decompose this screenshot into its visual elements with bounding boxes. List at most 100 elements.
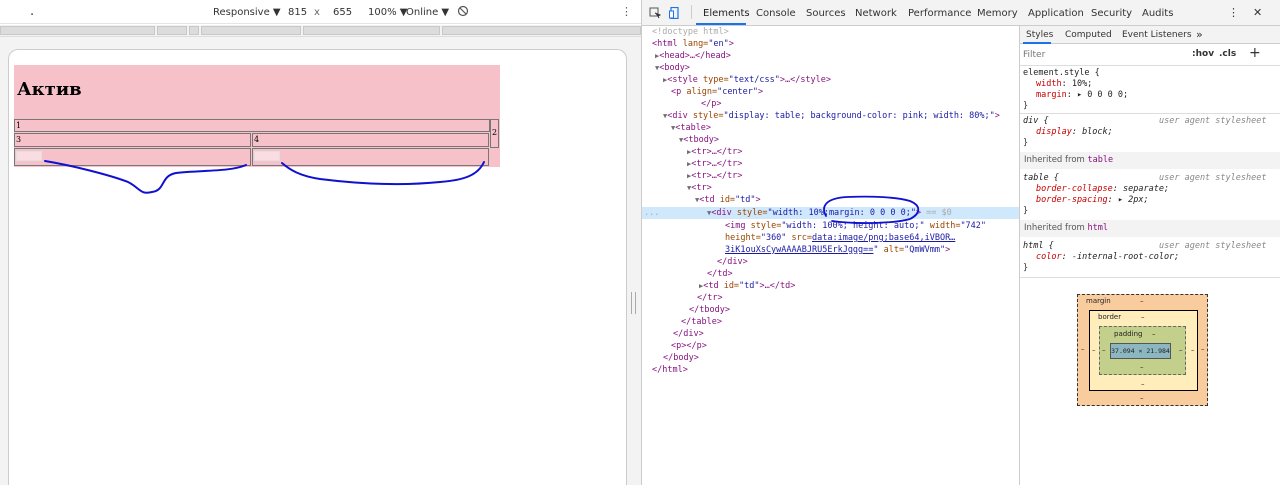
hover-state-toggle[interactable]: :hov: [1192, 49, 1214, 59]
class-toggle[interactable]: .cls: [1219, 49, 1236, 59]
dom-node[interactable]: ▶<tr>…</tr>: [687, 158, 742, 170]
margin-top-value[interactable]: –: [1140, 297, 1144, 305]
dom-node[interactable]: ▼<table>: [671, 122, 711, 134]
cell-text: 3: [16, 135, 22, 144]
dom-node[interactable]: ▼<tr>: [687, 182, 712, 194]
inherited-element-link[interactable]: table: [1088, 155, 1114, 165]
device-toolbar-dot: .: [30, 4, 35, 19]
close-devtools-icon[interactable]: ✕: [1253, 6, 1262, 19]
padding-left-value[interactable]: –: [1102, 346, 1106, 354]
inherited-element-link[interactable]: html: [1088, 223, 1108, 233]
dom-node[interactable]: <p align="center">: [671, 86, 763, 98]
rule-selector[interactable]: div {: [1023, 116, 1049, 127]
dom-node[interactable]: <p></p>: [671, 340, 707, 352]
tab-computed[interactable]: Computed: [1065, 30, 1112, 40]
tab-console[interactable]: Console: [756, 8, 796, 19]
tab-network[interactable]: Network: [855, 8, 897, 19]
devtools-menu-icon[interactable]: ⋮: [1228, 6, 1239, 19]
rule-selector[interactable]: table {: [1023, 173, 1059, 184]
padding-label: padding: [1114, 330, 1143, 338]
device-toolbar: . Responsive ▼ 815 x 655 100% ▼ Online ▼…: [0, 0, 641, 24]
dom-node[interactable]: ▼<div style="display: table; background-…: [663, 110, 1000, 122]
tab-application[interactable]: Application: [1028, 8, 1084, 19]
border-bottom-value[interactable]: –: [1141, 380, 1145, 388]
dom-node[interactable]: </div>: [673, 328, 704, 340]
add-rule-icon[interactable]: +: [1249, 45, 1261, 61]
css-declaration: display: block;: [1036, 127, 1113, 137]
dom-node[interactable]: </body>: [663, 352, 699, 364]
dom-node[interactable]: <img style="width: 100%; height: auto;" …: [725, 220, 986, 232]
dom-node[interactable]: ▶<td id="td">…</td>: [699, 280, 795, 292]
rule-close: }: [1023, 263, 1029, 273]
cell-text: 1: [16, 121, 22, 130]
css-declaration[interactable]: margin: ▸ 0 0 0 0;: [1036, 90, 1128, 101]
dom-node[interactable]: </table>: [681, 316, 722, 328]
device-toolbar-menu-icon[interactable]: ⋮: [621, 5, 632, 18]
broken-image: [254, 151, 280, 161]
dom-node[interactable]: <html lang="en">: [652, 38, 734, 50]
tab-sources[interactable]: Sources: [806, 8, 846, 19]
box-model-border[interactable]: border – – – – padding – – – – 37.094 × …: [1089, 310, 1198, 391]
margin-left-value[interactable]: –: [1081, 345, 1085, 353]
tab-performance[interactable]: Performance: [908, 8, 971, 19]
padding-right-value[interactable]: –: [1179, 346, 1183, 354]
dom-node[interactable]: ▼<td id="td">: [695, 194, 761, 206]
dom-node[interactable]: ▼<tbody>: [679, 134, 719, 146]
dom-node[interactable]: ▼<body>: [655, 62, 690, 74]
tab-styles[interactable]: Styles: [1026, 30, 1053, 40]
tab-audits[interactable]: Audits: [1142, 8, 1173, 19]
image-src-link[interactable]: 3iK1ouXsCywAAAABJRU5ErkJggg==: [725, 245, 873, 255]
dom-node-continued[interactable]: height="360" src=data:image/png;base64,i…: [725, 232, 955, 244]
margin-right-value[interactable]: –: [1201, 345, 1205, 353]
margin-bottom-value[interactable]: –: [1140, 394, 1144, 402]
dom-node[interactable]: </html>: [652, 364, 688, 376]
padding-top-value[interactable]: –: [1152, 330, 1156, 338]
inspect-element-icon[interactable]: [649, 7, 662, 19]
border-top-value[interactable]: –: [1141, 313, 1145, 321]
dom-node[interactable]: ▶<style type="text/css">…</style>: [663, 74, 831, 86]
dom-node[interactable]: </p>: [701, 98, 721, 110]
border-left-value[interactable]: –: [1092, 346, 1096, 354]
border-right-value[interactable]: –: [1191, 346, 1195, 354]
panel-splitter-handle[interactable]: [631, 292, 636, 314]
inherited-header: Inherited from table: [1020, 152, 1280, 169]
table-cell: 2: [490, 119, 499, 148]
rule-selector[interactable]: element.style {: [1023, 68, 1100, 79]
dom-node[interactable]: ▶<head>…</head>: [655, 50, 731, 62]
device-height-input[interactable]: 655: [333, 7, 352, 18]
dom-node[interactable]: </tr>: [697, 292, 723, 304]
tab-security[interactable]: Security: [1091, 8, 1132, 19]
dom-node[interactable]: </tbody>: [689, 304, 730, 316]
device-mode-select[interactable]: Responsive ▼: [213, 7, 281, 18]
box-model-padding[interactable]: padding – – – – 37.094 × 21.984: [1099, 326, 1186, 375]
elements-panel: <!doctype html> <html lang="en"> ▶<head>…: [642, 26, 1020, 485]
box-model-margin[interactable]: margin – – – – border – – – – padding – …: [1077, 294, 1208, 406]
dom-node[interactable]: ▶<tr>…</tr>: [687, 146, 742, 158]
image-src-link[interactable]: data:image/png;base64,iVBOR…: [812, 233, 955, 243]
css-declaration[interactable]: width: 10%;: [1036, 79, 1092, 90]
zoom-select[interactable]: 100% ▼: [368, 7, 407, 18]
border-label: border: [1098, 313, 1122, 321]
styles-filter-input[interactable]: [1023, 48, 1183, 62]
dom-node[interactable]: <!doctype html>: [652, 26, 729, 38]
rule-selector[interactable]: html {: [1023, 241, 1054, 252]
device-width-input[interactable]: 815: [288, 7, 307, 18]
rotate-icon[interactable]: [457, 5, 469, 20]
dimension-separator: x: [314, 7, 320, 18]
padding-bottom-value[interactable]: –: [1140, 363, 1144, 371]
dom-node[interactable]: ▶<tr>…</tr>: [687, 170, 742, 182]
tab-elements[interactable]: Elements: [703, 8, 750, 19]
more-tabs-icon[interactable]: »: [1196, 28, 1203, 41]
tab-event-listeners[interactable]: Event Listeners: [1122, 30, 1192, 40]
dom-node-continued[interactable]: 3iK1ouXsCywAAAABJRU5ErkJggg==" alt="QmWV…: [725, 244, 950, 256]
box-model-content[interactable]: 37.094 × 21.984: [1110, 343, 1171, 359]
dom-node-selected[interactable]: ▼<div style="width: 10%;margin: 0 0 0 0;…: [707, 207, 952, 219]
dom-node[interactable]: </div>: [717, 256, 748, 268]
inherited-header: Inherited from html: [1020, 220, 1280, 237]
dom-node[interactable]: </td>: [707, 268, 733, 280]
network-throttle-select[interactable]: Online ▼: [406, 7, 449, 18]
media-query-ruler[interactable]: [0, 25, 641, 37]
selected-node-ellipsis[interactable]: ...: [644, 207, 659, 219]
tab-memory[interactable]: Memory: [977, 8, 1018, 19]
device-toggle-icon[interactable]: [669, 6, 681, 20]
